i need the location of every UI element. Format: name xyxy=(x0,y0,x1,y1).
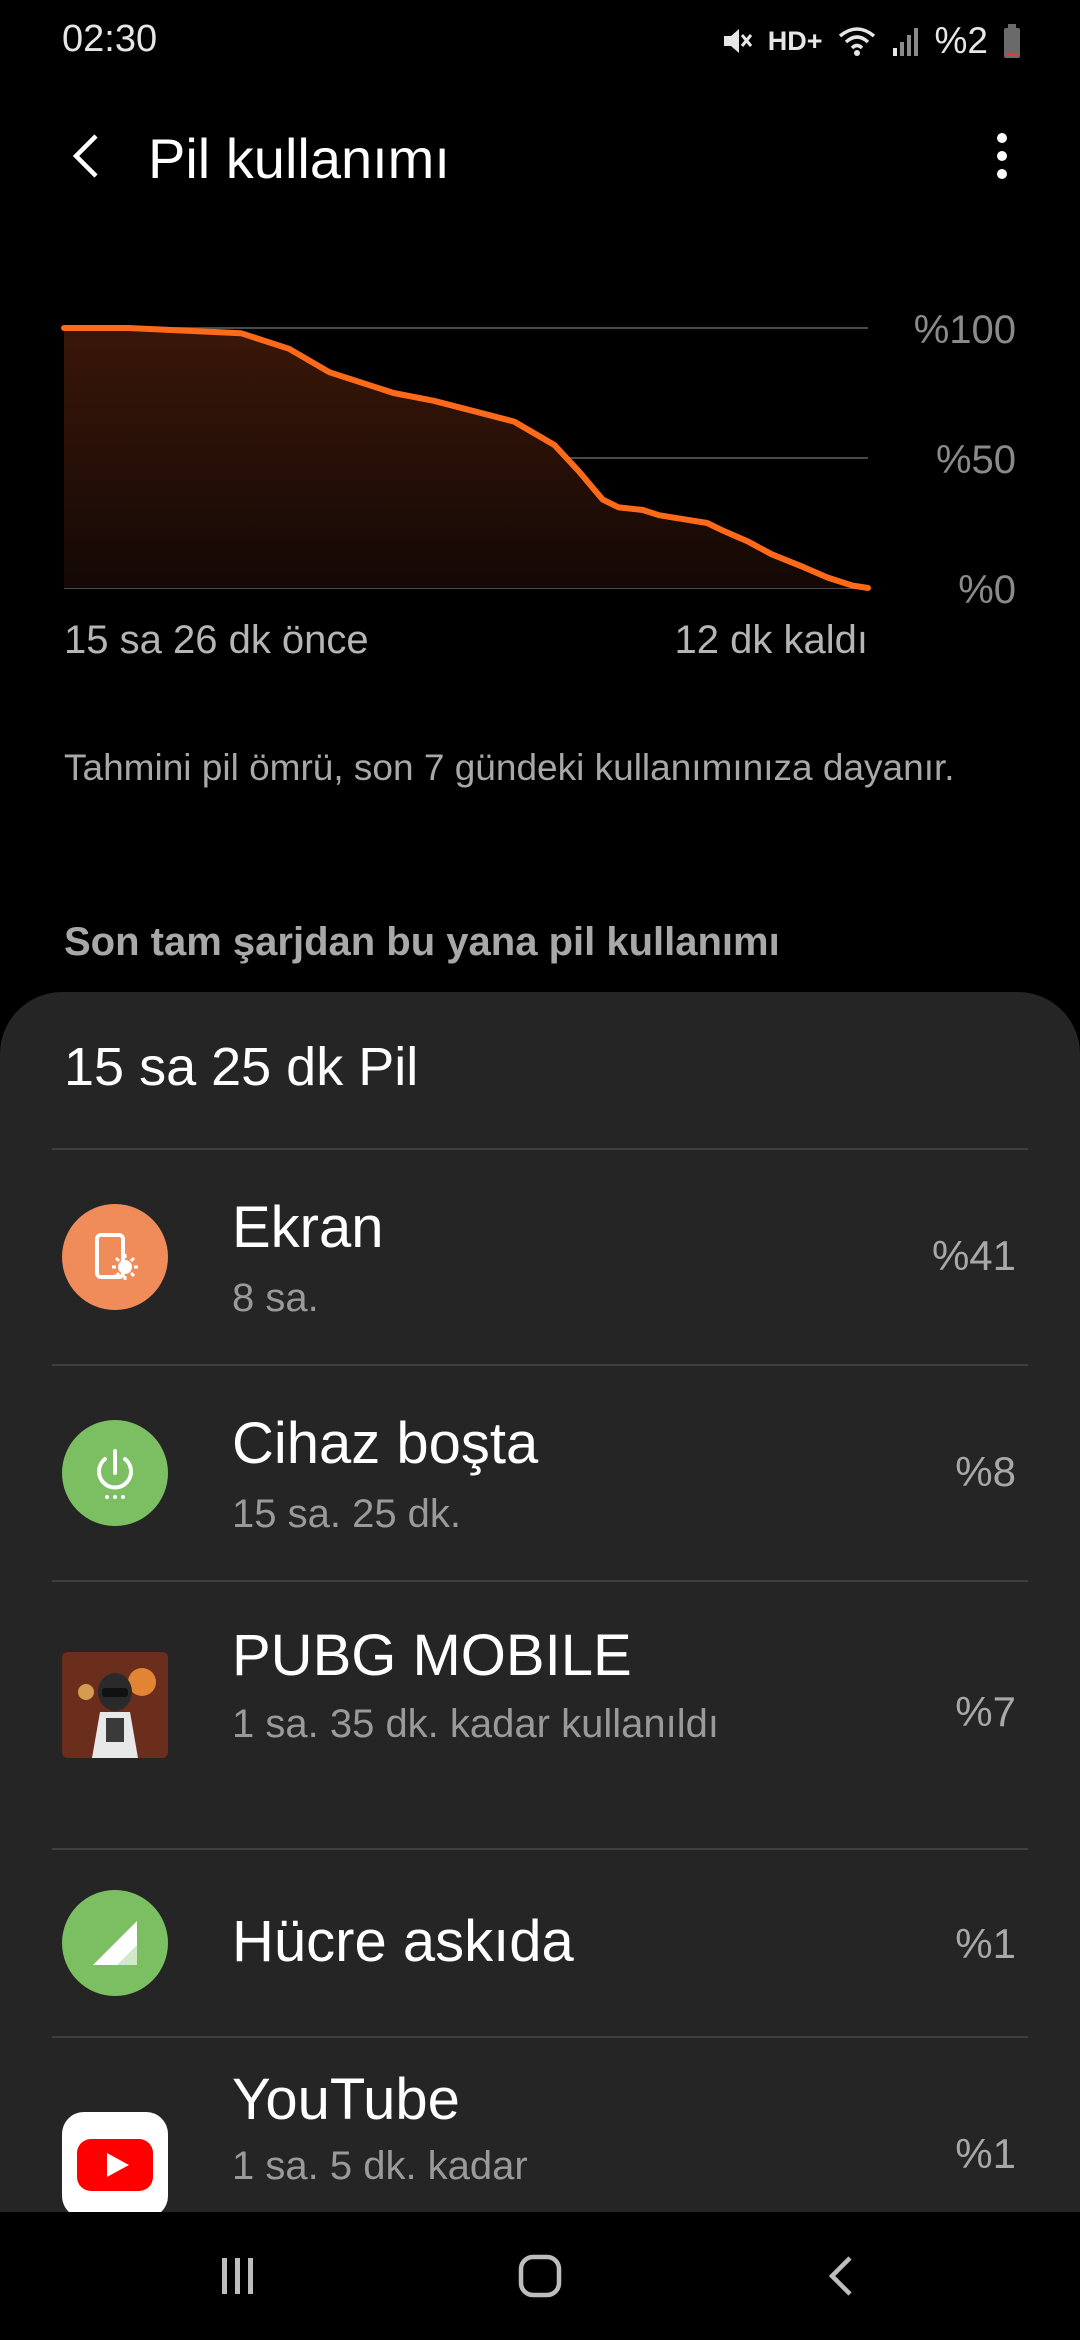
y-tick-100: %100 xyxy=(913,308,1016,352)
screen-brightness-icon xyxy=(62,1204,168,1310)
estimate-note: Tahmini pil ömrü, son 7 gündeki kullanım… xyxy=(64,747,955,788)
back-button[interactable] xyxy=(56,126,116,186)
usage-item-name: Hücre askıda xyxy=(232,1909,574,1974)
navigation-bar xyxy=(0,2212,1080,2340)
youtube-app-icon xyxy=(62,2112,168,2212)
arrow-left-icon xyxy=(72,134,98,178)
usage-item-name: Cihaz boşta xyxy=(232,1411,539,1476)
recents-button[interactable] xyxy=(198,2240,278,2312)
usage-item-ekran[interactable]: Ekran 8 sa. %41 xyxy=(0,1150,1080,1364)
nav-back-button[interactable] xyxy=(800,2240,880,2312)
usage-item-name: Ekran xyxy=(232,1195,384,1260)
more-vertical-icon xyxy=(997,133,1007,179)
usage-item-name: PUBG MOBILE xyxy=(232,1623,632,1688)
app-header: Pil kullanımı xyxy=(0,100,1080,220)
usage-card: 15 sa 25 dk Pil Ekran 8 sa. %41 Cihaz bo… xyxy=(0,992,1080,2212)
battery-percent: %2 xyxy=(934,20,988,61)
mute-icon xyxy=(723,29,752,53)
y-tick-50: %50 xyxy=(935,438,1016,482)
usage-item-hucre-askida[interactable]: Hücre askıda %1 xyxy=(0,1850,1080,2036)
battery-low-icon xyxy=(1004,24,1020,58)
usage-item-percent: %41 xyxy=(931,1232,1016,1279)
section-title: Son tam şarjdan bu yana pil kullanımı xyxy=(64,920,780,964)
wifi-icon xyxy=(838,27,875,56)
usage-total: 15 sa 25 dk Pil xyxy=(64,1037,419,1097)
usage-item-youtube[interactable]: YouTube 1 sa. 5 dk. kadar %1 xyxy=(0,2038,1080,2212)
battery-usage-screen: 02:30 HD+ %2 Pil kullanımı %100 %50 %0 1… xyxy=(0,0,1080,2340)
home-button[interactable] xyxy=(500,2240,580,2312)
status-icons: HD+ %2 xyxy=(720,16,1022,66)
home-icon xyxy=(518,2254,562,2298)
usage-item-percent: %1 xyxy=(955,1920,1016,1967)
y-tick-0: %0 xyxy=(958,568,1016,612)
usage-item-percent: %1 xyxy=(955,2130,1016,2177)
usage-item-duration: 1 sa. 5 dk. kadar xyxy=(232,2144,528,2188)
pubg-app-icon xyxy=(62,1652,168,1758)
usage-item-duration: 15 sa. 25 dk. xyxy=(232,1492,462,1536)
battery-chart: %100 %50 %0 15 sa 26 dk önce 12 dk kaldı xyxy=(0,290,1080,690)
usage-item-pubg-mobile[interactable]: PUBG MOBILE 1 sa. 35 dk. kadar kullanıld… xyxy=(0,1582,1080,1848)
more-options-button[interactable] xyxy=(972,126,1032,186)
x-start-label: 15 sa 26 dk önce xyxy=(64,618,369,662)
usage-item-name: YouTube xyxy=(232,2067,460,2132)
status-time: 02:30 xyxy=(62,18,158,60)
status-bar: 02:30 HD+ %2 xyxy=(0,0,1080,84)
usage-item-percent: %8 xyxy=(955,1448,1016,1495)
x-end-label: 12 dk kaldı xyxy=(674,618,868,662)
hd-plus-label: HD+ xyxy=(767,25,823,56)
usage-item-duration: 8 sa. xyxy=(232,1276,319,1320)
usage-item-percent: %7 xyxy=(955,1688,1016,1735)
page-title: Pil kullanımı xyxy=(148,127,450,190)
back-icon xyxy=(828,2256,852,2296)
signal-icon xyxy=(892,28,918,56)
power-idle-icon xyxy=(62,1420,168,1526)
usage-item-cihaz-bosta[interactable]: Cihaz boşta 15 sa. 25 dk. %8 xyxy=(0,1366,1080,1580)
cell-signal-icon xyxy=(62,1890,168,1996)
recents-icon xyxy=(222,2258,253,2294)
usage-item-duration: 1 sa. 35 dk. kadar kullanıldı xyxy=(232,1702,719,1746)
